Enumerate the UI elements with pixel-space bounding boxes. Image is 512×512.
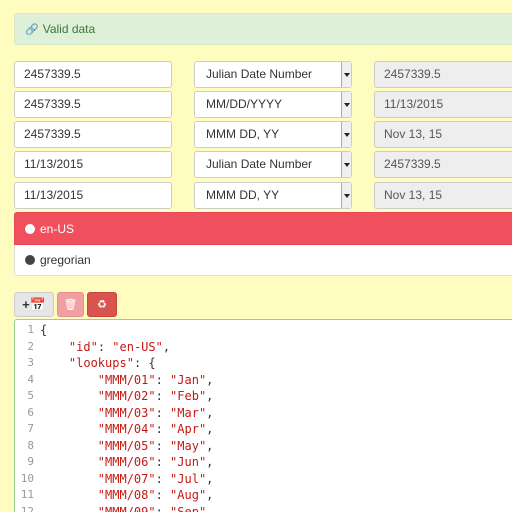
conversion-row: 2457339.5 MMM DD, YY Nov 13, 15 (14, 121, 512, 148)
line-number: 11 (20, 488, 34, 501)
chevron-down-icon (341, 152, 351, 177)
converted-output: 2457339.5 (374, 61, 512, 88)
code-text: "MMM/04": "Apr", (97, 422, 214, 436)
code-text: { (40, 323, 48, 337)
json-key: "MMM/08" (97, 488, 156, 502)
json-key: "lookups" (68, 356, 134, 370)
line-number: 5 (27, 389, 34, 402)
code-text: "MMM/08": "Aug", (97, 488, 214, 502)
recycle-icon: ♻ (97, 299, 107, 311)
code-text: "MMM/05": "May", (97, 438, 214, 453)
format-select[interactable]: MMM DD, YY (194, 121, 352, 148)
add-calendar-icon: +📅 (22, 296, 46, 312)
json-value: "en-US" (112, 339, 163, 354)
code-text: "MMM/03": "Mar", (97, 405, 214, 420)
json-editor[interactable]: 1 {2 "id": "en-US", 3 "lookups": { 4 "MMM/0… (14, 319, 512, 512)
line-number: 4 (27, 372, 34, 386)
json-value: "Jul" (170, 471, 207, 486)
json-value: "Aug" (170, 488, 207, 502)
trash-icon: 🗑 (63, 299, 78, 311)
code-text: "MMM/01": "Jan", (97, 372, 214, 387)
globe-icon (25, 255, 35, 265)
code-text: "lookups": { (68, 356, 156, 370)
validation-status-text: Valid data (42, 22, 96, 36)
json-value: "Mar" (170, 405, 207, 420)
globe-icon (25, 223, 35, 234)
conversion-row: 2457339.5 MM/DD/YYYY 11/13/2015 (14, 91, 512, 118)
format-select[interactable]: MM/DD/YYYY (194, 91, 352, 118)
format-select-value: MMM DD, YY (206, 188, 280, 202)
conversion-row: 11/13/2015 MMM DD, YY Nov 13, 15 (14, 182, 512, 209)
json-value: "May" (170, 438, 207, 453)
line-number: 10 (20, 471, 34, 485)
line-number: 1 (27, 323, 34, 336)
add-calendar-button[interactable]: +📅 (14, 292, 54, 317)
chevron-down-icon (341, 122, 351, 147)
link-icon: 🔗 (25, 23, 39, 36)
json-key: "MMM/09" (97, 504, 156, 512)
json-key: "MMM/06" (97, 455, 156, 469)
converted-output: Nov 13, 15 (374, 121, 512, 148)
converted-output: 11/13/2015 (374, 91, 512, 118)
validation-status: 🔗 Valid data (14, 13, 512, 45)
date-input[interactable]: 2457339.5 (14, 91, 172, 118)
json-key: "MMM/01" (97, 372, 156, 387)
code-text: "MMM/09": "Sep", (40, 504, 214, 512)
json-value: "Apr" (170, 422, 207, 436)
code-text: "MMM/06": "Jun", (97, 455, 214, 469)
chevron-down-icon (341, 92, 351, 117)
json-key: "MMM/04" (97, 422, 156, 436)
line-number: 6 (27, 405, 34, 419)
line-number: 2 (27, 339, 34, 353)
code-text: "MMM/02": "Feb", (97, 389, 214, 403)
conversion-row: 11/13/2015 Julian Date Number 2457339.5 (14, 151, 512, 178)
line-number: 8 (27, 438, 34, 452)
calendar-label: gregorian (40, 253, 91, 267)
line-number: 3 (27, 356, 34, 369)
format-select-value: MMM DD, YY (206, 127, 280, 141)
chevron-down-icon (341, 183, 351, 208)
code-text: "MMM/07": "Jul", (97, 471, 214, 486)
delete-button[interactable]: 🗑 (57, 292, 84, 317)
json-key: "id" (68, 339, 98, 354)
converted-output: 2457339.5 (374, 151, 512, 178)
recycle-button[interactable]: ♻ (87, 292, 117, 317)
format-select-value: Julian Date Number (206, 67, 313, 81)
line-number: 9 (27, 455, 34, 468)
date-input[interactable]: 11/13/2015 (14, 182, 172, 209)
format-select-value: Julian Date Number (206, 157, 313, 171)
chevron-down-icon (341, 62, 351, 87)
converted-output: Nov 13, 15 (374, 182, 512, 209)
format-select-value: MM/DD/YYYY (206, 97, 283, 111)
json-key: "MMM/07" (97, 471, 156, 486)
locale-panel-header[interactable]: en-US (14, 212, 512, 245)
json-key: "MMM/05" (97, 438, 156, 453)
date-input[interactable]: 11/13/2015 (14, 151, 172, 178)
conversion-row: 2457339.5 Julian Date Number 2457339.5 (14, 61, 512, 88)
json-value: "Jan" (170, 372, 207, 387)
json-value: "Sep" (170, 504, 207, 512)
calendar-panel-header[interactable]: gregorian (14, 245, 512, 276)
code-text: "id": "en-US", (68, 339, 171, 354)
json-key: "MMM/02" (97, 389, 156, 403)
date-input[interactable]: 2457339.5 (14, 61, 172, 88)
format-select[interactable]: Julian Date Number (194, 61, 352, 88)
format-select[interactable]: Julian Date Number (194, 151, 352, 178)
json-value: "Jun" (170, 455, 207, 469)
format-select[interactable]: MMM DD, YY (194, 182, 352, 209)
line-number: 7 (27, 422, 34, 435)
json-value: "Feb" (170, 389, 207, 403)
locale-label: en-US (40, 221, 75, 236)
date-input[interactable]: 2457339.5 (14, 121, 172, 148)
json-key: "MMM/03" (97, 405, 156, 420)
line-number: 12 (20, 504, 34, 512)
